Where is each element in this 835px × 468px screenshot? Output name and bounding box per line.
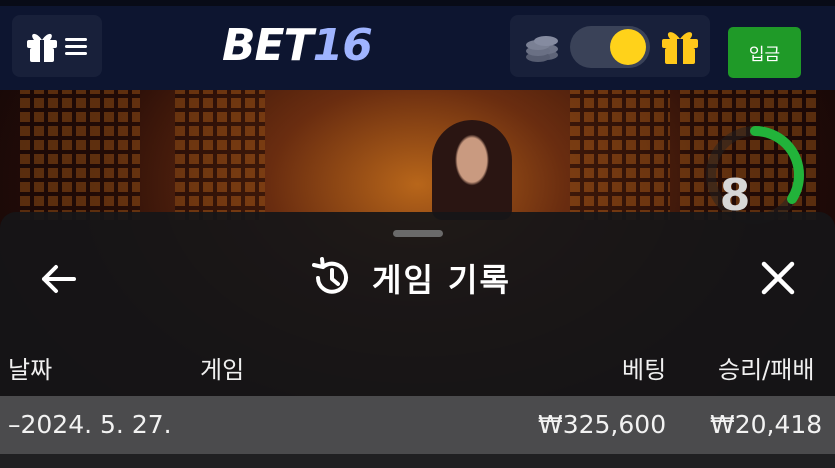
theme-toggle[interactable] [570, 26, 650, 68]
menu-button[interactable] [12, 15, 102, 77]
row-win-loss: ₩20,418 [710, 410, 823, 439]
column-header-bet: 베팅 [622, 356, 667, 384]
table-row-divider [0, 454, 835, 468]
dealer-figure [432, 120, 512, 220]
row-bet: ₩325,600 [538, 410, 667, 439]
sheet-title: 게임 기록 [372, 261, 511, 299]
column-header-win-loss: 승리/패배 [718, 356, 815, 384]
logo-text-bet: BET [222, 20, 314, 71]
sheet-header: 게임 기록 [310, 256, 511, 300]
table-row[interactable]: –2024. 5. 27. ₩325,600 ₩20,418 [0, 396, 835, 454]
hamburger-icon [65, 38, 87, 55]
background-lattice [570, 90, 670, 220]
promo-gift-icon[interactable] [660, 27, 700, 67]
history-icon [312, 257, 348, 294]
row-date: –2024. 5. 27. [8, 410, 172, 439]
gift-icon [27, 33, 57, 62]
column-header-date: 날짜 [8, 356, 53, 384]
logo-text-16: 16 [312, 20, 373, 71]
deposit-button[interactable]: 입금 [728, 27, 801, 78]
game-history-sheet: 게임 기록 날짜 게임 베팅 승리/패배 –2024. 5. 27. ₩325,… [0, 212, 835, 468]
header-controls [510, 15, 710, 77]
background-lattice [175, 90, 265, 220]
background-lattice [20, 90, 140, 220]
back-arrow-icon[interactable] [38, 262, 80, 296]
close-icon[interactable] [758, 258, 798, 298]
drag-handle[interactable] [393, 230, 443, 237]
toggle-knob [610, 29, 646, 65]
top-header: BET16 입금 [0, 0, 835, 90]
coins-icon[interactable] [522, 27, 562, 67]
site-logo[interactable]: BET16 [222, 20, 373, 71]
column-header-game: 게임 [200, 356, 245, 384]
